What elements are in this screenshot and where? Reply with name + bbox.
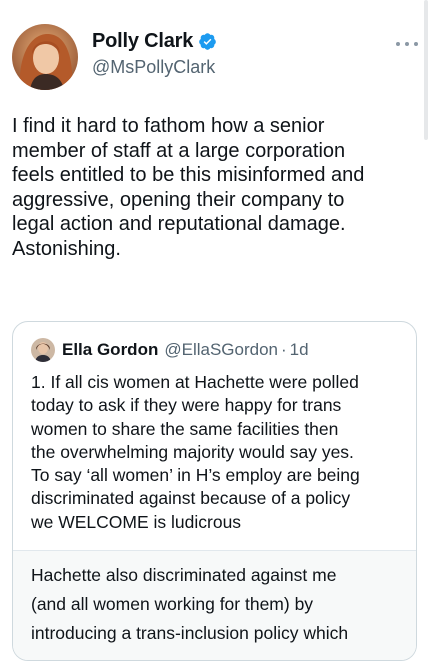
- author-info: Polly Clark @MsPollyClark: [92, 28, 217, 78]
- quoted-author-handle: @EllaSGordon: [164, 340, 278, 359]
- tweet-header: Polly Clark @MsPollyClark: [12, 24, 418, 90]
- author-display-name[interactable]: Polly Clark: [92, 30, 193, 53]
- quoted-tweet-header: Ella Gordon @EllaSGordon · 1d: [31, 338, 309, 362]
- more-options-icon[interactable]: [396, 38, 418, 50]
- quoted-author-display-name: Ella Gordon: [62, 340, 159, 359]
- quoted-tweet-text: 1. If all cis women at Hachette were pol…: [31, 372, 360, 532]
- scrollbar-thumb[interactable]: [424, 0, 428, 140]
- nested-quoted-tweet[interactable]: Hachette also discriminated against me (…: [13, 550, 416, 660]
- quoted-timestamp: 1d: [289, 340, 309, 359]
- author-handle[interactable]: @MsPollyClark: [92, 57, 217, 78]
- quoted-tweet-card[interactable]: Ella Gordon @EllaSGordon · 1d 1. If all …: [12, 321, 417, 661]
- quoted-author-avatar: [31, 338, 55, 362]
- nested-quoted-text: Hachette also discriminated against me (…: [31, 565, 349, 643]
- tweet-text: I find it hard to fathom how a senior me…: [12, 115, 365, 260]
- author-avatar[interactable]: [12, 24, 78, 90]
- quoted-separator: ·: [281, 340, 287, 359]
- scrollbar[interactable]: [424, 0, 428, 640]
- verified-badge-icon: [198, 32, 217, 51]
